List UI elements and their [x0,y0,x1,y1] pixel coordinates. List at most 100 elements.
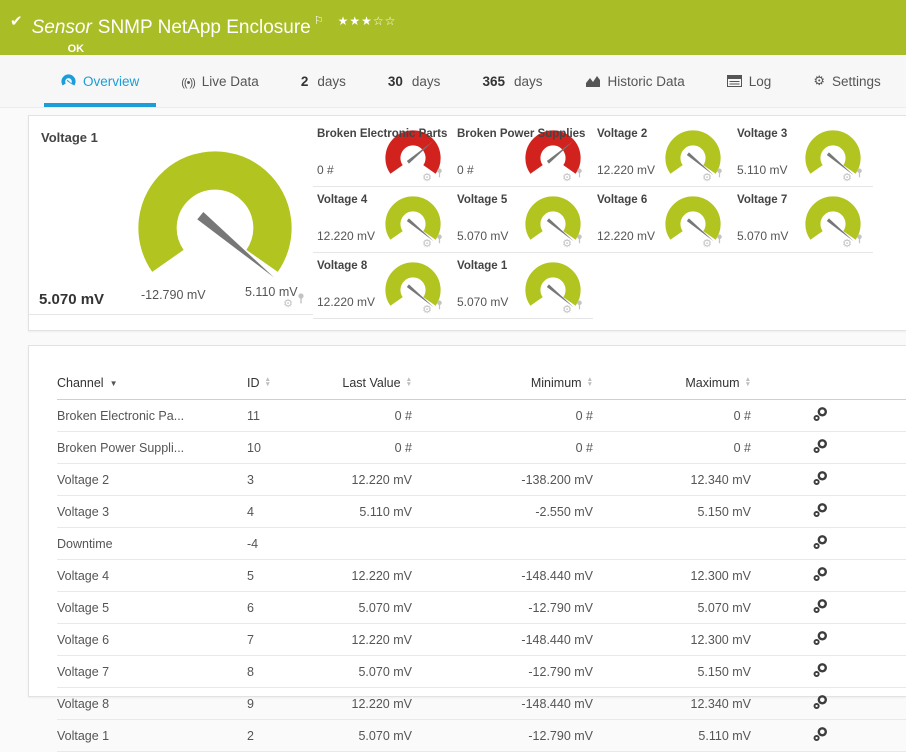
cell-actions [751,399,906,432]
channel-settings-icon[interactable] [813,630,828,649]
cell-id: 7 [247,623,317,656]
gauge-pin-icon[interactable] [856,231,863,249]
gauge-pin-icon[interactable] [576,231,583,249]
cell-actions [751,431,906,464]
gauge-tile-voltage-6[interactable]: Voltage 6 12.220 mV ⚙ [593,187,733,253]
gauge-settings-icon[interactable]: ⚙ [562,305,572,316]
column-header-last-value[interactable]: Last Value ▲ ▼ [317,370,412,400]
gauge-title: Broken Power Supplies [457,128,586,140]
gauge-pin-icon[interactable] [576,165,583,183]
cell-channel: Voltage 7 [57,655,247,688]
gauge-settings-icon[interactable]: ⚙ [842,239,852,250]
main-gauge-title: Voltage 1 [41,130,98,145]
cell-minimum [412,527,593,560]
table-row: Broken Electronic Pa... 11 0 #0 #0 # [57,399,906,432]
tab-historic-data[interactable]: Historic Data [564,55,706,107]
channel-settings-icon[interactable] [813,438,828,457]
cell-last-value: 5.070 mV [317,719,412,752]
cell-actions [751,527,906,560]
tab-settings[interactable]: ⚙ Settings [792,55,901,107]
tab-label: days [317,73,346,89]
cell-maximum: 12.340 mV [593,687,751,720]
table-row: Downtime -4 [57,527,906,560]
channel-settings-icon[interactable] [813,662,828,681]
cell-id: 6 [247,591,317,624]
cell-actions [751,623,906,656]
gauge-icon [61,73,76,89]
gauge-pin-icon[interactable] [436,231,443,249]
cell-maximum: 5.110 mV [593,719,751,752]
cell-id: 2 [247,719,317,752]
tab-live-data[interactable]: ((•)) Live Data [160,55,280,107]
gauge-tile-broken-electronic-parts[interactable]: Broken Electronic Parts 0 # ⚙ [313,121,453,187]
gauge-settings-icon[interactable]: ⚙ [702,239,712,250]
gauge-settings-icon[interactable]: ⚙ [842,173,852,184]
gauge-pin-icon[interactable] [716,165,723,183]
cell-id: 8 [247,655,317,688]
main-gauge-min-label: -12.790 mV [141,288,206,302]
gauge-pin-icon[interactable] [297,291,305,309]
column-header-maximum[interactable]: Maximum ▲ ▼ [593,370,751,400]
gauge-value: 12.220 mV [317,229,376,243]
channel-settings-icon[interactable] [813,598,828,617]
gauge-settings-icon[interactable]: ⚙ [422,173,432,184]
gauge-tile-voltage-5[interactable]: Voltage 5 5.070 mV ⚙ [453,187,593,253]
column-header-minimum[interactable]: Minimum ▲ ▼ [412,370,593,400]
priority-stars[interactable]: ★★★☆☆ [338,14,397,28]
gauge-tile-voltage-1[interactable]: Voltage 1 5.070 mV ⚙ [453,253,593,319]
gauge-pin-icon[interactable] [436,297,443,315]
gauge-tile-voltage-8[interactable]: Voltage 8 12.220 mV ⚙ [313,253,453,319]
channel-settings-icon[interactable] [813,566,828,585]
gauge-pin-icon[interactable] [856,165,863,183]
channel-settings-icon[interactable] [813,534,828,553]
cell-channel: Voltage 4 [57,559,247,592]
gauge-settings-icon[interactable]: ⚙ [422,239,432,250]
cell-last-value: 0 # [317,431,412,464]
cell-minimum: -148.440 mV [412,623,593,656]
column-header-id[interactable]: ID ▲ ▼ [247,370,317,400]
gauge-tile-voltage-3[interactable]: Voltage 3 5.110 mV ⚙ [733,121,873,187]
gauge-title: Voltage 8 [317,260,368,272]
tab-365-days[interactable]: 365 days [461,55,563,107]
gauge-settings-icon[interactable]: ⚙ [562,173,572,184]
cell-channel: Voltage 1 [57,719,247,752]
channel-settings-icon[interactable] [813,406,828,425]
sort-icon: ▲ ▼ [744,376,751,388]
gauge-pin-icon[interactable] [716,231,723,249]
gauge-pin-icon[interactable] [576,297,583,315]
gauge-tile-broken-power-supplies[interactable]: Broken Power Supplies 0 # ⚙ [453,121,593,187]
gauge-tile-voltage-4[interactable]: Voltage 4 12.220 mV ⚙ [313,187,453,253]
gauge-settings-icon[interactable]: ⚙ [562,239,572,250]
cell-actions [751,463,906,496]
main-gauge-tile[interactable]: Voltage 1 5.070 mV -12.790 mV 5.110 mV ⚙ [29,121,313,315]
tab-overview[interactable]: Overview [40,55,160,107]
channel-settings-icon[interactable] [813,694,828,713]
channel-settings-icon[interactable] [813,470,828,489]
log-icon [726,75,742,87]
gauge-settings-icon[interactable]: ⚙ [702,173,712,184]
flag-icon[interactable]: ⚐ [314,15,324,27]
column-header-actions [751,370,906,400]
live-data-icon: ((•)) [181,76,195,89]
tab-30-days[interactable]: 30 days [367,55,462,107]
gauge-settings-icon[interactable]: ⚙ [283,299,293,310]
cell-minimum: 0 # [412,399,593,432]
cell-actions [751,559,906,592]
tab-label: Overview [83,73,140,89]
gauge-title: Voltage 1 [457,260,508,272]
channel-settings-icon[interactable] [813,726,828,745]
sort-icon: ▲ ▼ [264,376,271,388]
gauges-panel: Voltage 1 5.070 mV -12.790 mV 5.110 mV ⚙… [28,115,906,331]
gauge-tile-voltage-7[interactable]: Voltage 7 5.070 mV ⚙ [733,187,873,253]
gauge-pin-icon[interactable] [436,165,443,183]
cell-id: 10 [247,431,317,464]
column-label: Last Value [342,376,401,390]
channel-settings-icon[interactable] [813,502,828,521]
column-header-channel[interactable]: Channel ▼ [57,370,247,400]
tab-label: Settings [831,73,881,89]
tab-2-days[interactable]: 2 days [280,55,367,107]
tab-log[interactable]: Log [706,55,793,107]
gauge-settings-icon[interactable]: ⚙ [422,305,432,316]
sensor-name: SNMP NetApp Enclosure [97,17,311,38]
gauge-tile-voltage-2[interactable]: Voltage 2 12.220 mV ⚙ [593,121,733,187]
